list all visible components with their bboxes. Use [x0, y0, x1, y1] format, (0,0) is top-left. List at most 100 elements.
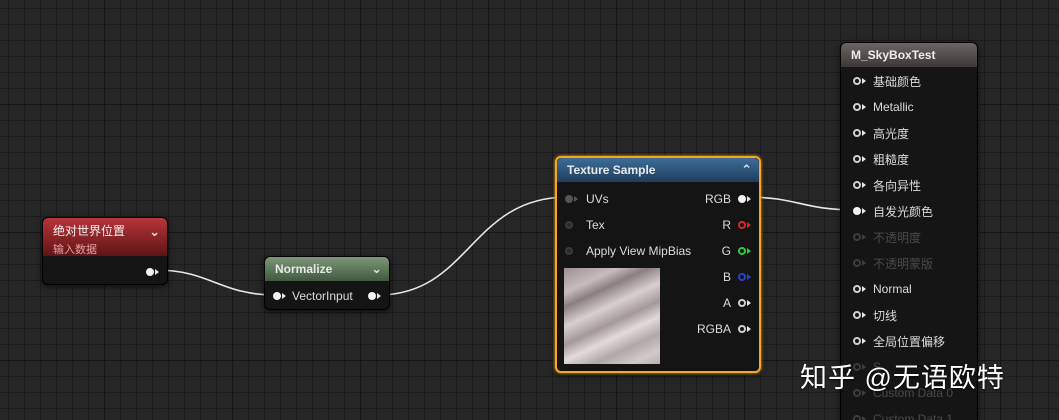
normalize-header[interactable]: Normalize ⌄: [265, 257, 389, 281]
pin-arrow-icon: [377, 293, 381, 299]
normalize-output[interactable]: [368, 288, 381, 304]
pin-arrow-icon: [574, 196, 578, 202]
rgb-pin-icon[interactable]: [738, 195, 746, 203]
pin-arrow-icon: [862, 260, 866, 266]
texture-output-label: R: [722, 218, 731, 232]
material-input-label: 自发光颜色: [873, 204, 934, 219]
material-input-pin-icon: [853, 415, 861, 420]
pin-arrow-icon: [862, 312, 866, 318]
material-input-pin-icon[interactable]: [853, 129, 861, 137]
collapse-chevron-icon[interactable]: ⌃: [741, 158, 752, 182]
input-pin-icon[interactable]: [273, 292, 281, 300]
material-input-pin-icon: [853, 233, 861, 241]
texture-output-label: G: [721, 244, 731, 258]
texture-output-label: RGB: [704, 192, 731, 206]
material-input-pin-icon[interactable]: [853, 285, 861, 293]
material-input-label: Normal: [873, 282, 912, 296]
material-input-label: 全局位置偏移: [873, 334, 946, 349]
texture-output-rgb[interactable]: RGB: [705, 191, 751, 207]
material-input-row[interactable]: Metallic: [853, 99, 914, 115]
material-input-label: 基础颜色: [873, 74, 922, 89]
wire-absworld-to-normalize: [155, 269, 277, 296]
texture-input-mipbias[interactable]: Apply View MipBias: [565, 243, 691, 259]
material-input-row[interactable]: 高光度: [853, 125, 909, 141]
material-input-pin-icon: [853, 259, 861, 267]
material-result-header[interactable]: M_SkyBoxTest: [841, 43, 977, 67]
material-input-label: 高光度: [873, 126, 910, 141]
texture-output-a[interactable]: A: [723, 295, 751, 311]
pin-arrow-icon: [862, 208, 866, 214]
pin-arrow-icon: [747, 274, 751, 280]
normalize-title: Normalize: [275, 262, 333, 276]
tex-pin-icon[interactable]: [565, 221, 573, 229]
texture-sample-node[interactable]: Texture Sample ⌃ UVs Tex Apply View MipB…: [555, 156, 761, 373]
material-input-pin-icon[interactable]: [853, 103, 861, 111]
material-input-pin-icon[interactable]: [853, 207, 861, 215]
normalize-input-label: VectorInput: [292, 289, 353, 303]
pin-arrow-icon: [862, 286, 866, 292]
wire-normalize-to-uvs: [377, 196, 569, 296]
material-input-row[interactable]: Normal: [853, 281, 912, 297]
material-input-row[interactable]: 基础颜色: [853, 73, 921, 89]
texture-output-g[interactable]: G: [722, 243, 751, 259]
texture-output-label: B: [722, 270, 731, 284]
texture-preview-thumbnail: [564, 268, 660, 364]
material-input-pin-icon[interactable]: [853, 181, 861, 189]
texture-input-tex[interactable]: Tex: [565, 217, 605, 233]
watermark-text: 知乎 @无语欧特: [800, 363, 1005, 393]
material-input-label: 各向异性: [873, 178, 922, 193]
output-pin-icon[interactable]: [146, 268, 154, 276]
pin-arrow-icon: [862, 416, 866, 420]
output-pin-icon[interactable]: [368, 292, 376, 300]
a-pin-icon[interactable]: [738, 299, 746, 307]
pin-arrow-icon: [155, 269, 159, 275]
texture-input-label: UVs: [586, 192, 609, 206]
material-input-row[interactable]: 各向异性: [853, 177, 921, 193]
material-input-row: 不透明度: [853, 229, 921, 245]
texture-output-rgba[interactable]: RGBA: [697, 321, 751, 337]
texture-input-uvs[interactable]: UVs: [565, 191, 609, 207]
pin-arrow-icon: [747, 196, 751, 202]
pin-arrow-icon: [862, 338, 866, 344]
rgba-pin-icon[interactable]: [738, 325, 746, 333]
collapse-chevron-icon[interactable]: ⌄: [149, 224, 160, 240]
absolute-world-position-header[interactable]: 绝对世界位置 输入数据 ⌄: [43, 218, 167, 256]
g-pin-icon[interactable]: [738, 247, 746, 255]
texture-input-label: Apply View MipBias: [586, 244, 692, 258]
material-input-pin-icon[interactable]: [853, 311, 861, 319]
normalize-input-vectorinput[interactable]: VectorInput: [273, 288, 353, 304]
normalize-node[interactable]: Normalize ⌄ VectorInput: [264, 256, 390, 310]
mipbias-pin-icon[interactable]: [565, 247, 573, 255]
absolute-world-position-node[interactable]: 绝对世界位置 输入数据 ⌄: [42, 217, 168, 285]
material-input-row[interactable]: 自发光颜色: [853, 203, 933, 219]
material-input-row[interactable]: 粗糙度: [853, 151, 909, 167]
material-input-label: Metallic: [873, 100, 914, 114]
texture-output-r[interactable]: R: [722, 217, 751, 233]
b-pin-icon[interactable]: [738, 273, 746, 281]
material-input-row: Custom Data 1: [853, 411, 953, 420]
material-title: M_SkyBoxTest: [851, 48, 936, 62]
pin-arrow-icon: [862, 234, 866, 240]
pin-arrow-icon: [862, 156, 866, 162]
pin-arrow-icon: [747, 300, 751, 306]
material-input-label: 粗糙度: [873, 152, 910, 167]
material-graph-canvas[interactable]: 绝对世界位置 输入数据 ⌄ Normalize ⌄ VectorInput Te…: [0, 0, 1059, 420]
pin-arrow-icon: [747, 326, 751, 332]
absolute-world-position-output[interactable]: [146, 264, 159, 280]
texture-output-label: A: [722, 296, 731, 310]
material-input-label: 不透明蒙版: [873, 256, 934, 271]
material-input-row[interactable]: 切线: [853, 307, 897, 323]
r-pin-icon[interactable]: [738, 221, 746, 229]
texture-output-b[interactable]: B: [723, 269, 751, 285]
texture-sample-header[interactable]: Texture Sample ⌃: [557, 158, 759, 182]
uvs-pin-icon[interactable]: [565, 195, 573, 203]
material-input-pin-icon[interactable]: [853, 337, 861, 345]
pin-arrow-icon: [862, 104, 866, 110]
pin-arrow-icon: [862, 182, 866, 188]
pin-arrow-icon: [862, 130, 866, 136]
material-input-row[interactable]: 全局位置偏移: [853, 333, 945, 349]
collapse-chevron-icon[interactable]: ⌄: [371, 257, 382, 281]
material-input-pin-icon[interactable]: [853, 77, 861, 85]
material-input-pin-icon[interactable]: [853, 155, 861, 163]
pin-arrow-icon: [862, 78, 866, 84]
